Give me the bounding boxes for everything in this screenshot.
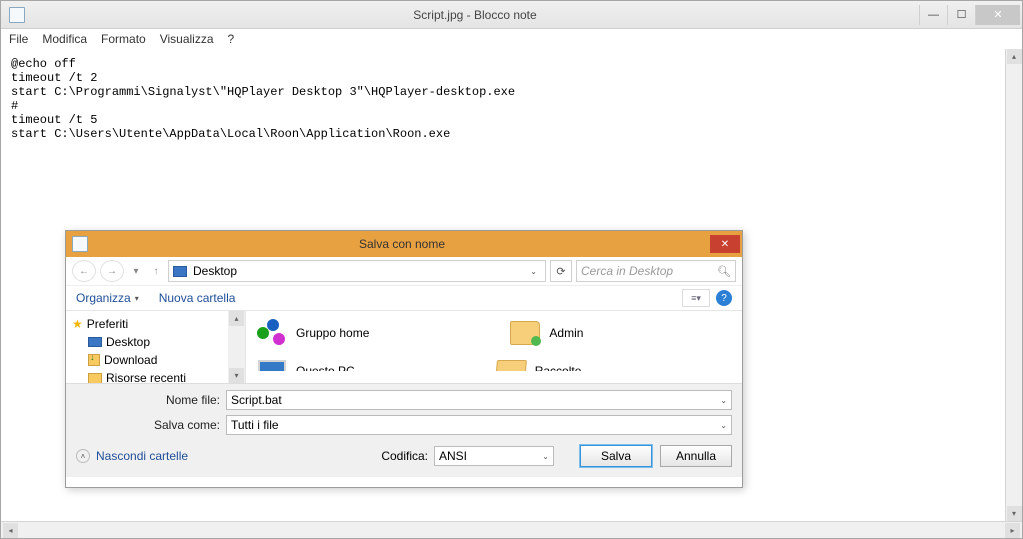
tree-download[interactable]: Download: [66, 351, 228, 369]
scroll-down-icon[interactable]: ▾: [1007, 506, 1022, 521]
item-admin[interactable]: Admin: [509, 317, 583, 349]
file-list[interactable]: Gruppo home Admin Questo PC Raccolte: [246, 311, 742, 383]
notepad-icon: [9, 7, 25, 23]
desktop-icon: [88, 337, 102, 347]
tree-favorites[interactable]: ★Preferiti: [66, 315, 228, 333]
dialog-close-button[interactable]: ✕: [710, 235, 740, 253]
star-icon: ★: [72, 317, 83, 331]
view-options-button[interactable]: ≡▾: [682, 289, 710, 307]
address-text: Desktop: [193, 264, 237, 278]
menu-file[interactable]: File: [9, 32, 28, 46]
save-as-dialog: Salva con nome ✕ ← → ▾ ↑ Desktop ⌄ ⟳ Cer…: [65, 230, 743, 488]
menu-bar: File Modifica Formato Visualizza ?: [1, 29, 1022, 49]
item-thispc[interactable]: Questo PC: [256, 355, 355, 371]
pc-icon: [258, 360, 286, 371]
horizontal-scrollbar[interactable]: ◂ ▸: [1, 521, 1022, 538]
chevron-up-icon: ˄: [76, 449, 90, 463]
savetype-select[interactable]: Tutti i file⌄: [226, 415, 732, 435]
encoding-select[interactable]: ANSI⌄: [434, 446, 554, 466]
close-button[interactable]: ✕: [975, 5, 1020, 25]
tree-desktop[interactable]: Desktop: [66, 333, 228, 351]
chevron-down-icon[interactable]: ▾: [135, 294, 139, 303]
tree-recent[interactable]: Risorse recenti: [66, 369, 228, 383]
save-button[interactable]: Salva: [580, 445, 652, 467]
homegroup-icon: [257, 319, 287, 347]
vertical-scrollbar[interactable]: ▴ ▾: [1005, 49, 1022, 521]
address-bar[interactable]: Desktop ⌄: [168, 260, 546, 282]
recent-icon: [88, 373, 102, 384]
organize-button[interactable]: Organizza: [76, 291, 131, 305]
scroll-right-icon[interactable]: ▸: [1005, 523, 1020, 538]
refresh-button[interactable]: ⟳: [550, 260, 572, 282]
savetype-label: Salva come:: [76, 418, 226, 432]
search-input[interactable]: Cerca in Desktop 🔍︎: [576, 260, 736, 282]
filename-label: Nome file:: [76, 393, 226, 407]
new-folder-button[interactable]: Nuova cartella: [159, 291, 236, 305]
folder-icon: [495, 360, 527, 371]
navigation-tree[interactable]: ▴ ▾ ★Preferiti Desktop Download Risorse …: [66, 311, 246, 383]
forward-button[interactable]: →: [100, 260, 124, 282]
recent-locations-button[interactable]: ▾: [128, 266, 144, 277]
menu-format[interactable]: Formato: [101, 32, 146, 46]
close-icon: ✕: [721, 239, 729, 250]
maximize-button[interactable]: ☐: [947, 5, 975, 25]
help-button[interactable]: ?: [716, 290, 732, 306]
chevron-down-icon[interactable]: ⌄: [720, 421, 727, 430]
scroll-up-icon[interactable]: ▴: [229, 311, 244, 326]
window-title: Script.jpg - Blocco note: [31, 8, 919, 22]
scroll-down-icon[interactable]: ▾: [229, 368, 244, 383]
download-icon: [88, 354, 100, 366]
dialog-titlebar: Salva con nome ✕: [66, 231, 742, 257]
chevron-down-icon[interactable]: ⌄: [526, 267, 541, 276]
back-button[interactable]: ←: [72, 260, 96, 282]
search-placeholder: Cerca in Desktop: [581, 264, 673, 278]
up-button[interactable]: ↑: [148, 266, 164, 277]
minimize-button[interactable]: —: [919, 5, 947, 25]
titlebar: Script.jpg - Blocco note — ☐ ✕: [1, 1, 1022, 29]
encoding-label: Codifica:: [381, 449, 434, 463]
desktop-icon: [173, 266, 187, 277]
chevron-down-icon[interactable]: ⌄: [542, 452, 549, 461]
item-homegroup[interactable]: Gruppo home: [256, 317, 369, 349]
chevron-down-icon[interactable]: ⌄: [720, 396, 727, 405]
scroll-left-icon[interactable]: ◂: [3, 523, 18, 538]
hide-folders-button[interactable]: ˄Nascondi cartelle: [76, 449, 188, 463]
user-folder-icon: [510, 321, 540, 345]
filename-input[interactable]: Script.bat⌄: [226, 390, 732, 410]
search-icon: 🔍︎: [717, 265, 731, 278]
cancel-button[interactable]: Annulla: [660, 445, 732, 467]
item-collection[interactable]: Raccolte: [495, 355, 582, 371]
scroll-up-icon[interactable]: ▴: [1007, 49, 1022, 64]
menu-help[interactable]: ?: [228, 32, 235, 46]
menu-view[interactable]: Visualizza: [160, 32, 214, 46]
menu-edit[interactable]: Modifica: [42, 32, 87, 46]
dialog-title: Salva con nome: [94, 237, 710, 251]
dialog-icon: [72, 236, 88, 252]
